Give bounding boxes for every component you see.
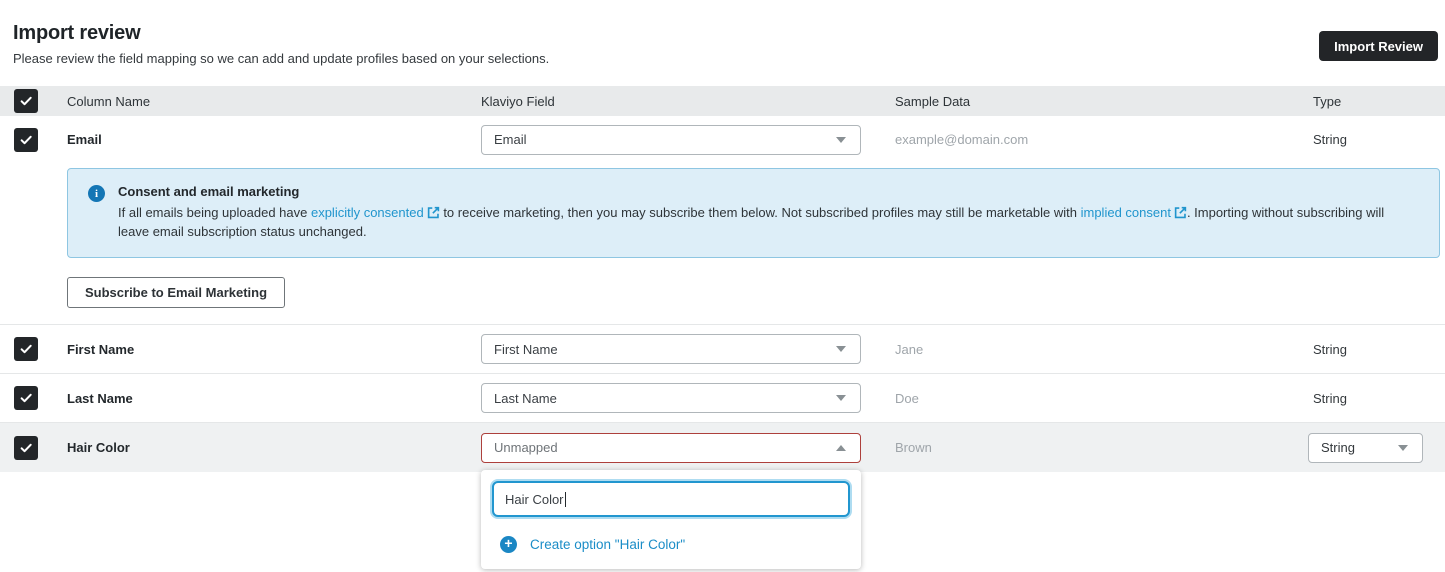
check-icon (19, 94, 33, 108)
column-name-cell: Email (67, 132, 481, 147)
chevron-down-icon (836, 137, 846, 143)
table-row-hair-color: Hair Color Unmapped Brown String (0, 422, 1445, 472)
sample-data-cell: Jane (861, 342, 1313, 357)
info-icon: i (88, 185, 105, 202)
type-cell: String (1313, 342, 1445, 357)
check-icon (19, 342, 33, 356)
select-all-checkbox[interactable] (14, 89, 38, 113)
sample-data-cell: example@domain.com (861, 132, 1313, 147)
column-header-klaviyo-field: Klaviyo Field (481, 94, 861, 109)
column-header-column-name: Column Name (67, 94, 481, 109)
table-row-last-name: Last Name Last Name Doe String (0, 373, 1445, 422)
plus-icon: + (500, 536, 517, 553)
import-review-page: Import review Please review the field ma… (0, 0, 1445, 572)
chevron-down-icon (1398, 445, 1408, 451)
klaviyo-field-select-last-name[interactable]: Last Name (481, 383, 861, 413)
select-value: First Name (494, 342, 558, 357)
row-checkbox-hair-color[interactable] (14, 436, 38, 460)
select-value: Unmapped (494, 440, 558, 455)
type-cell: String (1313, 391, 1445, 406)
email-row-block: Email Email example@domain.com String i … (0, 116, 1445, 308)
text-cursor (565, 492, 566, 507)
select-value: Email (494, 132, 527, 147)
page-header: Import review Please review the field ma… (0, 0, 1445, 86)
search-input-value: Hair Color (505, 492, 564, 507)
table-header-row: Column Name Klaviyo Field Sample Data Ty… (0, 86, 1445, 116)
column-name-cell: First Name (67, 342, 481, 357)
sample-data-cell: Brown (861, 440, 1313, 455)
sample-data-cell: Doe (861, 391, 1313, 406)
type-cell: String (1313, 132, 1445, 147)
row-checkbox-first-name[interactable] (14, 337, 38, 361)
external-link-icon (427, 206, 440, 219)
subscribe-email-marketing-button[interactable]: Subscribe to Email Marketing (67, 277, 285, 308)
consent-callout-content: Consent and email marketing If all email… (118, 184, 1418, 241)
klaviyo-field-dropdown-panel: Hair Color + Create option "Hair Color" (481, 470, 861, 569)
external-link-icon (1174, 206, 1187, 219)
create-option-item[interactable]: + Create option "Hair Color" (489, 520, 853, 561)
chevron-up-icon (836, 445, 846, 451)
check-icon (19, 133, 33, 147)
consent-callout-body: If all emails being uploaded have explic… (118, 203, 1418, 241)
page-title: Import review (13, 22, 549, 45)
page-subtitle: Please review the field mapping so we ca… (13, 51, 549, 66)
explicitly-consented-link[interactable]: explicitly consented (311, 205, 424, 220)
callout-text: to receive marketing, then you may subsc… (440, 205, 1081, 220)
row-checkbox-last-name[interactable] (14, 386, 38, 410)
create-option-label: Create option "Hair Color" (530, 537, 685, 552)
chevron-down-icon (836, 395, 846, 401)
column-name-cell: Last Name (67, 391, 481, 406)
chevron-down-icon (836, 346, 846, 352)
consent-callout-title: Consent and email marketing (118, 184, 1418, 199)
table-row-email: Email Email example@domain.com String (0, 116, 1445, 163)
select-value: Last Name (494, 391, 557, 406)
callout-text: If all emails being uploaded have (118, 205, 311, 220)
import-review-button[interactable]: Import Review (1319, 31, 1438, 61)
dropdown-search-input[interactable]: Hair Color (492, 481, 850, 517)
select-value: String (1321, 440, 1355, 455)
check-icon (19, 441, 33, 455)
column-name-cell: Hair Color (67, 440, 481, 455)
column-header-sample-data: Sample Data (861, 94, 1313, 109)
klaviyo-field-select-first-name[interactable]: First Name (481, 334, 861, 364)
table-row-first-name: First Name First Name Jane String (0, 324, 1445, 373)
consent-callout: i Consent and email marketing If all ema… (67, 168, 1440, 258)
implied-consent-link[interactable]: implied consent (1081, 205, 1171, 220)
type-select-hair-color[interactable]: String (1308, 433, 1423, 463)
klaviyo-field-select-email[interactable]: Email (481, 125, 861, 155)
page-header-text: Import review Please review the field ma… (13, 22, 549, 66)
klaviyo-field-select-hair-color[interactable]: Unmapped (481, 433, 861, 463)
column-header-type: Type (1313, 94, 1445, 109)
row-checkbox-email[interactable] (14, 128, 38, 152)
check-icon (19, 391, 33, 405)
